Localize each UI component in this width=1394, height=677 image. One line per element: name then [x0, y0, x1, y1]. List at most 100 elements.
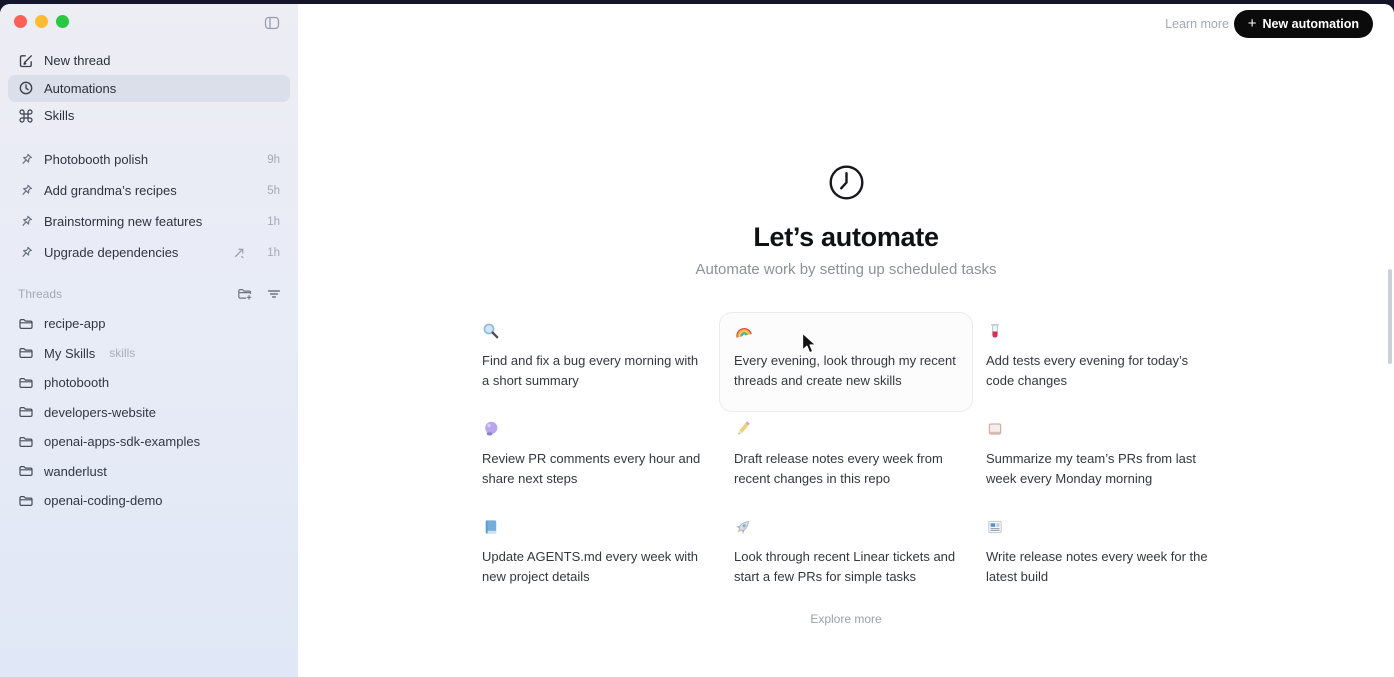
clock-icon [18, 80, 34, 96]
suggestion-card-update-agents[interactable]: Update AGENTS.md every week with new pro… [468, 509, 720, 607]
sidebar-nav: New thread Automations Skills [8, 47, 290, 130]
sidebar-item-new-thread[interactable]: New thread [8, 47, 290, 75]
main-content: Learn more + New automation Let’s automa… [298, 4, 1394, 677]
thread-item[interactable]: openai-apps-sdk-examples [8, 427, 290, 457]
thread-item-label: openai-apps-sdk-examples [44, 434, 201, 450]
suggestion-card-linear-tickets[interactable]: Look through recent Linear tickets and s… [720, 509, 972, 607]
magnifier-icon [482, 322, 500, 340]
toggle-sidebar-icon[interactable] [263, 14, 281, 32]
suggestion-card-review-pr[interactable]: Review PR comments every hour and share … [468, 411, 720, 509]
crystal-ball-icon [482, 420, 500, 438]
suggestion-card-find-fix-bug[interactable]: Find and fix a bug every morning with a … [468, 313, 720, 411]
pin-icon [18, 214, 34, 230]
recent-item-label: Brainstorming new features [44, 214, 203, 229]
thread-item[interactable]: recipe-app [8, 309, 290, 339]
clipboard-icon [986, 420, 1004, 438]
suggestion-text: Write release notes every week for the l… [986, 549, 1208, 584]
thread-item-label: My Skills [44, 345, 96, 361]
thread-item-label: developers-website [44, 404, 157, 420]
shared-thread-icon [231, 245, 247, 261]
suggestion-text: Review PR comments every hour and share … [482, 451, 701, 486]
threads-list: recipe-app My Skills skills photobooth d… [8, 309, 290, 516]
suggestion-text: Summarize my team’s PRs from last week e… [986, 451, 1196, 486]
thread-item[interactable]: wanderlust [8, 457, 290, 487]
recent-item-time: 1h [267, 246, 280, 259]
threads-section-header: Threads [18, 286, 282, 302]
suggestion-card-create-skills[interactable]: Every evening, look through my recent th… [720, 313, 972, 411]
suggestion-card-add-tests[interactable]: Add tests every evening for today’s code… [972, 313, 1224, 411]
thread-item-label: photobooth [44, 375, 110, 391]
newspaper-icon [986, 518, 1004, 536]
hero: Let’s automate Automate work by setting … [298, 164, 1394, 278]
page-subtitle: Automate work by setting up scheduled ta… [695, 261, 997, 278]
learn-more-link[interactable]: Learn more [1165, 17, 1229, 31]
recent-item-time: 1h [267, 215, 280, 228]
folder-icon [18, 463, 34, 479]
plus-icon: + [1247, 15, 1257, 32]
topbar: Learn more + New automation [298, 4, 1394, 50]
rainbow-icon [734, 322, 752, 340]
new-automation-button[interactable]: + New automation [1233, 10, 1373, 38]
thread-item-label: recipe-app [44, 316, 106, 332]
thread-item[interactable]: My Skills skills [8, 339, 290, 369]
folder-icon [18, 434, 34, 450]
codex-app-window: New thread Automations Skills Photobooth… [0, 4, 1394, 677]
close-window-button[interactable] [14, 15, 27, 28]
page-title: Let’s automate [753, 222, 939, 252]
pencil-icon [734, 420, 752, 438]
minimize-window-button[interactable] [35, 15, 48, 28]
threads-header-label: Threads [18, 287, 63, 301]
thread-item[interactable]: photobooth [8, 368, 290, 398]
folder-plus-icon[interactable] [237, 286, 253, 302]
recent-item-time: 9h [267, 153, 280, 166]
pin-icon [18, 245, 34, 261]
command-icon [18, 108, 34, 124]
compose-icon [18, 53, 34, 69]
sidebar: New thread Automations Skills Photobooth… [0, 4, 299, 677]
scrollbar-thumb[interactable] [1388, 269, 1392, 364]
sidebar-item-label: Skills [44, 108, 75, 124]
suggestion-text: Add tests every evening for today’s code… [986, 353, 1189, 388]
zoom-window-button[interactable] [56, 15, 69, 28]
filter-icon[interactable] [266, 286, 282, 302]
sidebar-item-label: Automations [44, 80, 117, 96]
suggestion-grid: Find and fix a bug every morning with a … [468, 313, 1224, 607]
sidebar-item-automations[interactable]: Automations [8, 74, 290, 102]
recent-item-label: Add grandma’s recipes [44, 183, 177, 198]
new-automation-label: New automation [1262, 17, 1359, 31]
thread-item-label: wanderlust [44, 463, 107, 479]
sidebar-item-skills[interactable]: Skills [8, 102, 290, 130]
folder-icon [18, 345, 34, 361]
suggestion-card-draft-notes[interactable]: Draft release notes every week from rece… [720, 411, 972, 509]
recent-item[interactable]: Upgrade dependencies 1h [8, 237, 290, 268]
recent-item-label: Upgrade dependencies [44, 245, 179, 260]
suggestion-text: Update AGENTS.md every week with new pro… [482, 549, 699, 584]
folder-icon [18, 404, 34, 420]
sidebar-item-label: New thread [44, 53, 111, 69]
suggestion-text: Draft release notes every week from rece… [734, 451, 943, 486]
thread-item[interactable]: openai-coding-demo [8, 486, 290, 516]
suggestion-card-summarize-prs[interactable]: Summarize my team’s PRs from last week e… [972, 411, 1224, 509]
recent-item[interactable]: Brainstorming new features 1h [8, 206, 290, 237]
recent-item[interactable]: Photobooth polish 9h [8, 144, 290, 175]
recent-item-time: 5h [267, 184, 280, 197]
suggestion-card-write-notes[interactable]: Write release notes every week for the l… [972, 509, 1224, 607]
blue-book-icon [482, 518, 500, 536]
window-controls [14, 15, 69, 28]
thread-skills-badge: skills [109, 346, 136, 361]
explore-more-link[interactable]: Explore more [298, 612, 1394, 626]
thread-item[interactable]: developers-website [8, 398, 290, 428]
recent-item[interactable]: Add grandma’s recipes 5h [8, 175, 290, 206]
rocket-icon [734, 518, 752, 536]
recent-item-label: Photobooth polish [44, 152, 149, 167]
thread-item-label: openai-coding-demo [44, 493, 163, 509]
folder-icon [18, 316, 34, 332]
suggestion-text: Look through recent Linear tickets and s… [734, 549, 956, 584]
test-tube-icon [986, 322, 1004, 340]
pin-icon [18, 152, 34, 168]
suggestion-text: Every evening, look through my recent th… [734, 353, 956, 388]
suggestion-text: Find and fix a bug every morning with a … [482, 353, 699, 388]
folder-icon [18, 375, 34, 391]
folder-icon [18, 493, 34, 509]
clock-icon [828, 164, 865, 201]
